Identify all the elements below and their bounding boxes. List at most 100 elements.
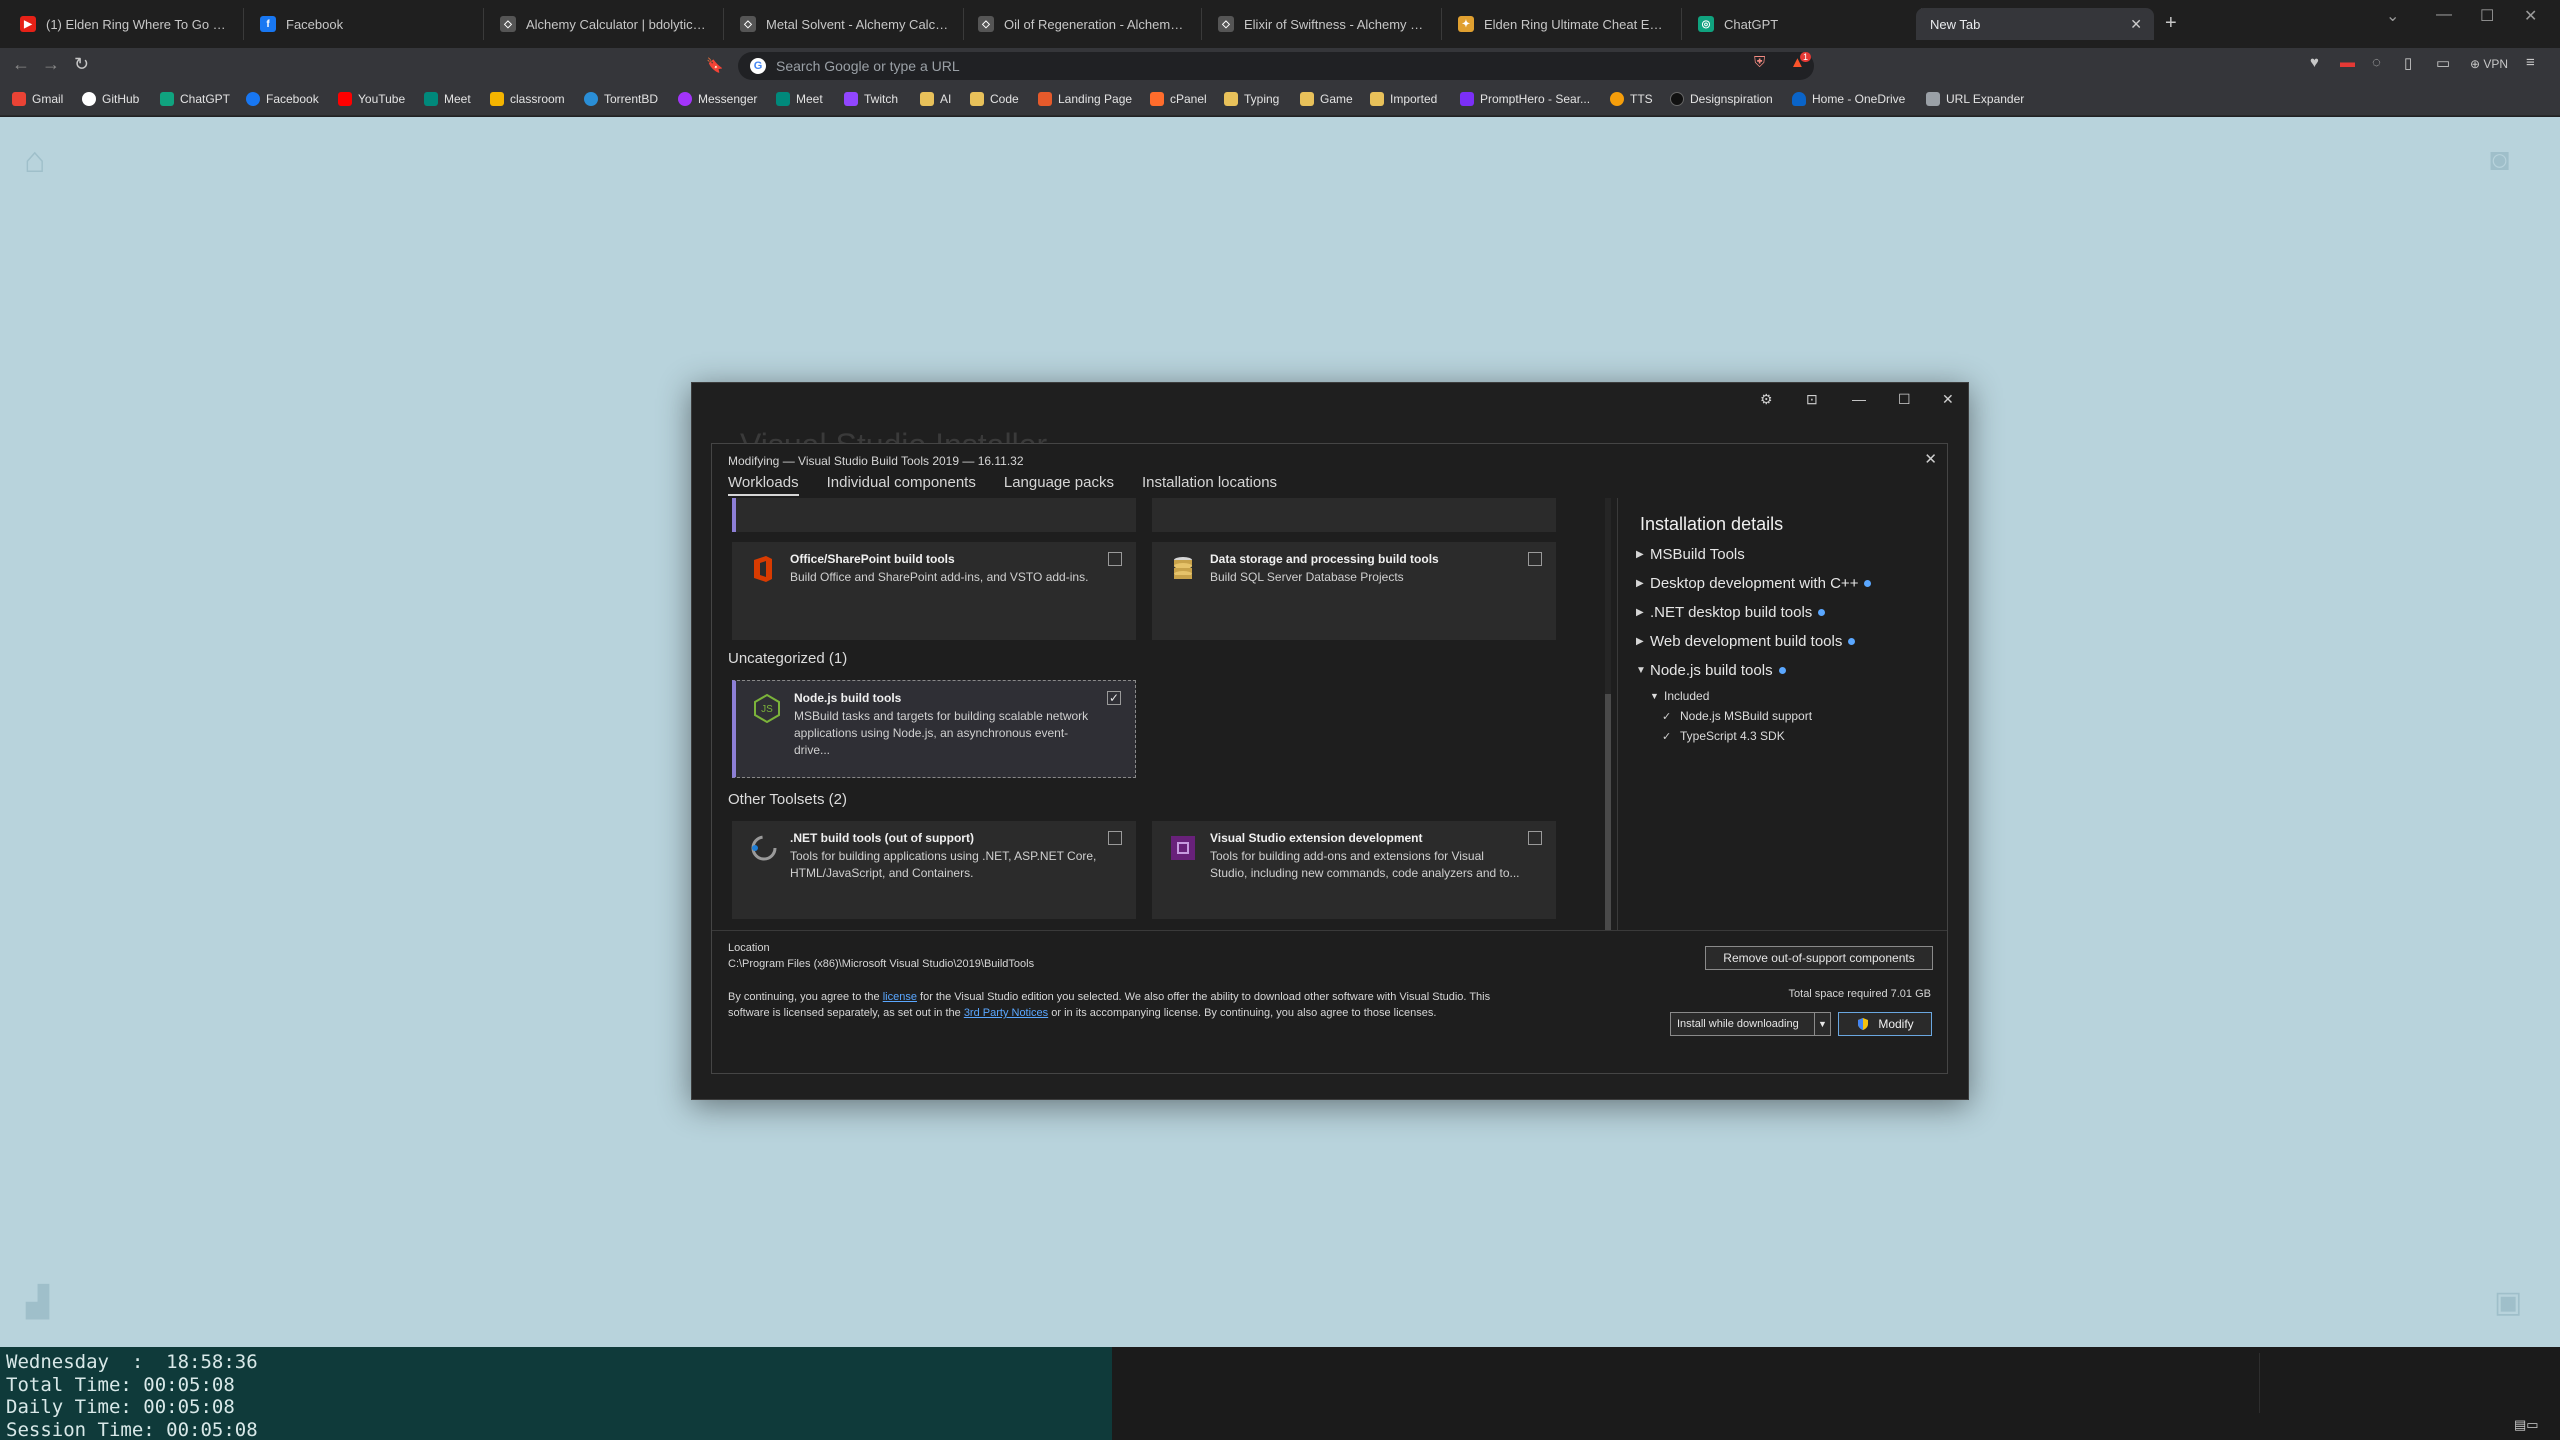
workload-checkbox[interactable] <box>1108 831 1122 845</box>
reload-icon[interactable]: ↻ <box>74 54 89 75</box>
bookmark-item[interactable]: Facebook <box>246 92 319 106</box>
bookmark-item[interactable]: Home - OneDrive <box>1792 92 1905 106</box>
browser-tab[interactable]: f Facebook <box>246 8 484 40</box>
workload-card-nodejs[interactable]: JS Node.js build tools MSBuild tasks and… <box>732 680 1136 778</box>
dialog-tabs: Workloads Individual components Language… <box>728 474 1277 496</box>
browser-tab[interactable]: ◇ Metal Solvent - Alchemy Calculator <box>726 8 964 40</box>
settings-icon[interactable]: ⚙ <box>1760 391 1773 408</box>
back-icon[interactable]: ← <box>12 54 30 75</box>
workload-checkbox[interactable] <box>1528 831 1542 845</box>
bookmark-folder[interactable]: Imported <box>1370 92 1437 106</box>
workload-card-data-storage[interactable]: Data storage and processing build tools … <box>1152 542 1556 640</box>
workload-checkbox-checked[interactable]: ✓ <box>1107 691 1121 705</box>
license-link[interactable]: license <box>883 991 917 1003</box>
component-label: Node.js MSBuild support <box>1680 709 1813 723</box>
vs-installer-titlebar: ⚙ ⊡ — ☐ ✕ <box>692 383 1968 417</box>
details-item[interactable]: ▶ Desktop development with C++ <box>1636 575 1872 592</box>
bookmark-item[interactable]: cPanel <box>1150 92 1207 106</box>
bookmark-folder[interactable]: AI <box>920 92 951 106</box>
browser-tab[interactable]: ▶ (1) Elden Ring Where To Go First | Be <box>6 8 244 40</box>
bookmark-item[interactable]: Messenger <box>678 92 757 106</box>
workload-checkbox[interactable] <box>1528 552 1542 566</box>
browser-tab[interactable]: ◇ Oil of Regeneration - Alchemy Calcu <box>964 8 1202 40</box>
gift-icon[interactable]: ▣ <box>2494 1285 2522 1320</box>
maximize-icon[interactable]: ☐ <box>2480 6 2494 26</box>
address-bar[interactable]: G Search Google or type a URL <box>738 52 1814 80</box>
details-item[interactable]: ▶ MSBuild Tools <box>1636 546 1745 563</box>
close-icon[interactable]: ✕ <box>2130 16 2142 33</box>
bookmark-item[interactable]: Designspiration <box>1670 92 1773 106</box>
extension-icon[interactable]: ♥ <box>2310 54 2319 71</box>
bookmark-item[interactable]: TorrentBD <box>584 92 658 106</box>
chevron-down-icon[interactable]: ▼ <box>1814 1013 1830 1035</box>
browser-tab-active[interactable]: New Tab ✕ <box>1916 8 2154 40</box>
bookmark-item[interactable]: PromptHero - Sear... <box>1460 92 1590 106</box>
workload-checkbox[interactable] <box>1108 552 1122 566</box>
bdolytics-icon: ◇ <box>1218 16 1234 32</box>
bookmark-item[interactable]: URL Expander <box>1926 92 2024 106</box>
minimize-icon[interactable]: — <box>2436 6 2452 24</box>
workload-name: Node.js build tools <box>794 691 902 705</box>
new-tab-button[interactable]: + <box>2165 12 2177 35</box>
extension-icon[interactable]: ▬ <box>2340 54 2355 71</box>
minimize-icon[interactable]: — <box>1852 391 1866 407</box>
tab-workloads[interactable]: Workloads <box>728 474 799 496</box>
tab-search-icon[interactable]: ⌄ <box>2386 6 2399 26</box>
home-icon[interactable]: ⌂ <box>24 139 46 181</box>
details-item[interactable]: ▶ .NET desktop build tools <box>1636 604 1826 621</box>
bookmark-item[interactable]: ChatGPT <box>160 92 230 106</box>
browser-tab[interactable]: ◇ Elixir of Swiftness - Alchemy Calculat <box>1204 8 1442 40</box>
workloads-scrollbar[interactable] <box>1605 498 1611 930</box>
shield-icon[interactable]: ⛨ <box>1754 54 1765 71</box>
scrollbar-thumb[interactable] <box>1605 694 1611 930</box>
third-party-notices-link[interactable]: 3rd Party Notices <box>964 1007 1048 1019</box>
bookmark-item[interactable]: Gmail <box>12 92 63 106</box>
bookmark-item[interactable]: GitHub <box>82 92 139 106</box>
bookmark-item[interactable]: classroom <box>490 92 565 106</box>
close-icon[interactable]: ✕ <box>1924 450 1937 468</box>
wallet-icon[interactable]: ▭ <box>2436 54 2450 72</box>
bookmark-item[interactable]: YouTube <box>338 92 405 106</box>
bookmark-item[interactable]: Twitch <box>844 92 898 106</box>
tab-installation-locations[interactable]: Installation locations <box>1142 474 1277 496</box>
workload-card[interactable] <box>1152 498 1556 532</box>
browser-tab[interactable]: ✦ Elden Ring Ultimate Cheat Engine Ta <box>1444 8 1682 40</box>
bookmark-item[interactable]: TTS <box>1610 92 1653 106</box>
bookmark-folder[interactable]: Typing <box>1224 92 1279 106</box>
modify-button[interactable]: Modify <box>1838 1012 1932 1036</box>
bookmark-label: PromptHero - Sear... <box>1480 92 1591 106</box>
bookmark-item[interactable]: Landing Page <box>1038 92 1132 106</box>
chat-icon[interactable]: ◌ <box>2372 54 2381 71</box>
workload-card-dotnet[interactable]: .NET build tools (out of support) Tools … <box>732 821 1136 919</box>
bookmark-icon[interactable]: 🔖 <box>706 57 723 74</box>
bag-icon[interactable]: ▟ <box>26 1285 49 1320</box>
tab-language-packs[interactable]: Language packs <box>1004 474 1114 496</box>
details-item-expanded[interactable]: ▼ Node.js build tools <box>1636 662 1786 679</box>
workload-card-office[interactable]: Office/SharePoint build tools Build Offi… <box>732 542 1136 640</box>
menu-icon[interactable]: ≡ <box>2526 54 2535 71</box>
camera-icon[interactable]: ◙ <box>2490 141 2509 178</box>
details-item[interactable]: ▶ Web development build tools <box>1636 633 1856 650</box>
included-group[interactable]: ▼ Included <box>1650 689 1709 703</box>
close-icon[interactable]: ✕ <box>1942 391 1954 408</box>
workload-card-vs-extension[interactable]: Visual Studio extension development Tool… <box>1152 821 1556 919</box>
feedback-icon[interactable]: ⊡ <box>1806 391 1818 408</box>
gmail-icon <box>12 92 26 106</box>
browser-tab[interactable]: ◎ ChatGPT <box>1684 8 1922 40</box>
tab-individual-components[interactable]: Individual components <box>827 474 976 496</box>
bookmark-folder[interactable]: Code <box>970 92 1019 106</box>
workload-card[interactable] <box>732 498 1136 532</box>
install-mode-dropdown[interactable]: Install while downloading ▼ <box>1670 1012 1831 1036</box>
layout-icon[interactable]: ▤▭ <box>2514 1417 2539 1433</box>
vpn-button[interactable]: ⊕ VPN <box>2470 57 2508 71</box>
maximize-icon[interactable]: ☐ <box>1898 391 1911 408</box>
bookmark-item[interactable]: Meet <box>776 92 823 106</box>
forward-icon[interactable]: → <box>42 54 60 75</box>
bookmark-item[interactable]: Meet <box>424 92 471 106</box>
sidebar-icon[interactable]: ▯ <box>2404 54 2412 72</box>
workload-name: Data storage and processing build tools <box>1210 552 1439 566</box>
remove-out-of-support-button[interactable]: Remove out-of-support components <box>1705 946 1933 970</box>
browser-tab[interactable]: ◇ Alchemy Calculator | bdolytics - The <box>486 8 724 40</box>
close-window-icon[interactable]: ✕ <box>2524 6 2537 26</box>
bookmark-folder[interactable]: Game <box>1300 92 1353 106</box>
